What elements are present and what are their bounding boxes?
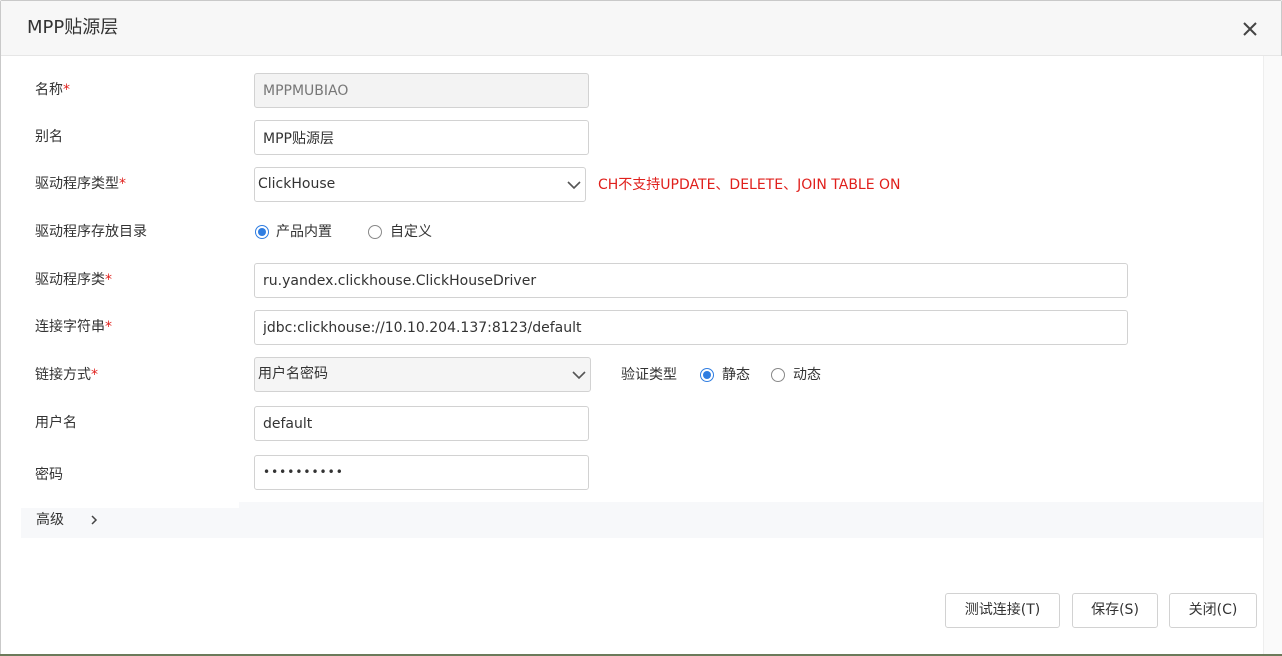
driver-type-label: 驱动程序类型*: [35, 174, 126, 194]
radio-static-label[interactable]: 静态: [722, 365, 750, 385]
driver-class-label: 驱动程序类*: [35, 270, 112, 290]
driver-class-label-text: 驱动程序类: [35, 272, 105, 288]
dialog-title: MPP贴源层: [27, 17, 119, 38]
driver-type-value: ClickHouse: [258, 176, 336, 192]
driver-type-select[interactable]: ClickHouse: [254, 167, 586, 202]
advanced-toggle[interactable]: 高级: [36, 510, 64, 530]
advanced-section[interactable]: 高级: [21, 502, 1263, 538]
username-input[interactable]: [254, 406, 589, 441]
test-connection-button[interactable]: 测试连接(T): [945, 593, 1060, 628]
required-mark: *: [91, 367, 98, 383]
save-button[interactable]: 保存(S): [1072, 593, 1158, 628]
driver-dir-radio-group: 产品内置 自定义: [255, 222, 455, 242]
connection-string-label-text: 连接字符串: [35, 319, 105, 335]
driver-type-hint: CH不支持UPDATE、DELETE、JOIN TABLE ON: [598, 177, 901, 193]
radio-dynamic-label[interactable]: 动态: [793, 365, 821, 385]
connection-string-label: 连接字符串*: [35, 317, 112, 337]
link-mode-select[interactable]: 用户名密码: [254, 357, 591, 392]
required-mark: *: [63, 82, 70, 98]
chevron-right-icon[interactable]: [89, 514, 99, 526]
datasource-dialog: MPP贴源层 名称* 别名 驱动程序类型* ClickHouse CH不支持UP…: [0, 0, 1282, 656]
chevron-down-icon: [572, 371, 586, 380]
radio-dynamic[interactable]: [771, 368, 785, 382]
driver-type-label-text: 驱动程序类型: [35, 176, 119, 192]
name-label: 名称*: [35, 80, 70, 100]
radio-static[interactable]: [700, 368, 714, 382]
driver-class-input[interactable]: [254, 263, 1128, 298]
chevron-down-icon: [567, 181, 581, 190]
auth-type-label: 验证类型: [621, 367, 677, 383]
alias-input[interactable]: [254, 120, 589, 155]
required-mark: *: [105, 319, 112, 335]
link-mode-label: 链接方式*: [35, 365, 98, 385]
name-input[interactable]: [254, 73, 589, 108]
password-label: 密码: [35, 467, 63, 483]
link-mode-label-text: 链接方式: [35, 367, 91, 383]
username-label: 用户名: [35, 415, 77, 431]
radio-custom[interactable]: [368, 225, 382, 239]
alias-label: 别名: [35, 129, 63, 145]
required-mark: *: [119, 176, 126, 192]
radio-builtin[interactable]: [255, 225, 269, 239]
driver-dir-label: 驱动程序存放目录: [35, 224, 147, 240]
password-input[interactable]: ••••••••••: [254, 455, 589, 490]
link-mode-value: 用户名密码: [258, 366, 328, 382]
name-label-text: 名称: [35, 82, 63, 98]
required-mark: *: [105, 272, 112, 288]
password-mask: ••••••••••: [263, 465, 344, 479]
scrollbar-track[interactable]: [1263, 56, 1282, 655]
close-icon[interactable]: [1239, 18, 1261, 40]
dialog-header: MPP贴源层: [1, 1, 1281, 56]
advanced-bar-notch: [21, 502, 239, 508]
connection-string-input[interactable]: [254, 310, 1128, 345]
auth-type-radio-group: 静态 动态: [700, 365, 840, 385]
close-button[interactable]: 关闭(C): [1169, 593, 1257, 628]
radio-builtin-label[interactable]: 产品内置: [276, 222, 332, 242]
radio-custom-label[interactable]: 自定义: [390, 222, 432, 242]
